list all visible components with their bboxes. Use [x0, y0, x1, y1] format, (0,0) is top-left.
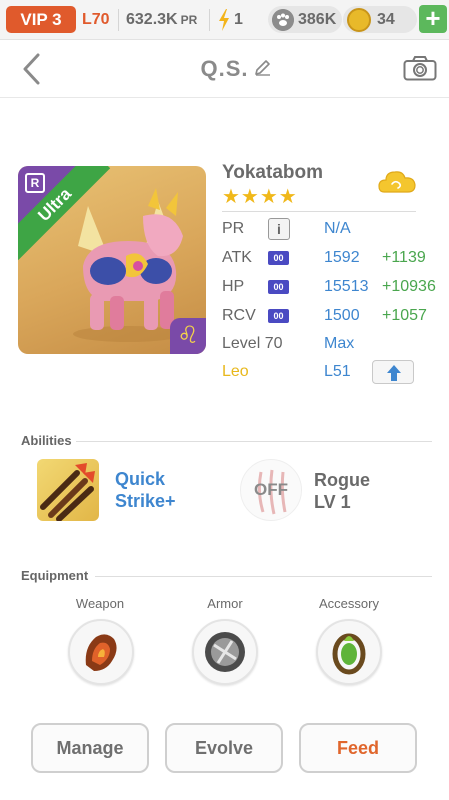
paw-currency-value: 386K — [298, 11, 337, 28]
stat-value: 15513 — [324, 278, 369, 295]
lightning-icon — [219, 9, 229, 31]
equipment-heading: Equipment — [21, 568, 89, 583]
power-rating: 632.3K PR — [126, 11, 198, 28]
weapon-slot[interactable] — [68, 619, 134, 685]
zodiac-level: L51 — [324, 363, 351, 380]
cloud-element-icon[interactable] — [378, 168, 416, 196]
abilities-heading: Abilities — [21, 433, 72, 448]
manage-button[interactable]: Manage — [31, 723, 149, 773]
accessory-label: Accessory — [319, 596, 379, 611]
pencil-icon[interactable] — [254, 58, 272, 76]
divider — [95, 576, 432, 577]
stat-value: 1592 — [324, 249, 360, 266]
status-bar: VIP 3 L70 632.3K PR 1 386K 34 + — [0, 0, 449, 40]
paw-icon — [272, 9, 294, 31]
weapon-label: Weapon — [75, 596, 125, 611]
page-header: Q.S. — [0, 40, 449, 98]
accessory-icon — [332, 633, 366, 675]
coin-icon — [347, 8, 371, 32]
ability-off-status: OFF — [254, 480, 288, 499]
ability-arrows-icon — [40, 463, 95, 521]
divider — [222, 211, 416, 212]
divider — [209, 9, 210, 31]
stat-bonus: +1057 — [382, 307, 427, 324]
info-icon[interactable]: i — [268, 218, 290, 240]
stat-chip: 00 — [268, 309, 289, 323]
armor-slot[interactable] — [192, 619, 258, 685]
ability-rogue[interactable]: Rogue LV 1 — [314, 469, 370, 513]
energy-count: 1 — [234, 11, 243, 28]
weapon-icon — [85, 634, 117, 671]
ability-quick-strike[interactable]: Quick Strike+ — [115, 468, 176, 512]
stat-bonus: +1139 — [382, 249, 426, 266]
monster-name: Yokatabom — [222, 162, 324, 183]
evolve-button[interactable]: Evolve — [165, 723, 283, 773]
stat-value: N/A — [324, 220, 351, 237]
stat-chip: 00 — [268, 280, 289, 294]
armor-icon — [205, 632, 245, 672]
up-arrow-icon — [387, 365, 401, 381]
star-rating: ★★★★ — [222, 186, 298, 208]
quick-strike-icon[interactable] — [37, 459, 99, 521]
stat-value: Max — [324, 335, 355, 352]
feed-button[interactable]: Feed — [299, 723, 417, 773]
stat-label: Level 70 — [222, 335, 283, 352]
camera-icon[interactable] — [403, 55, 437, 81]
vip-badge[interactable]: VIP 3 — [6, 6, 76, 33]
zodiac-label: Leo — [222, 363, 249, 380]
add-currency-button[interactable]: + — [419, 5, 447, 33]
stat-chip: 00 — [268, 251, 289, 265]
upgrade-button[interactable] — [372, 360, 414, 384]
divider — [118, 9, 119, 31]
player-level: L70 — [82, 11, 110, 28]
armor-label: Armor — [207, 596, 243, 611]
accessory-slot[interactable] — [316, 619, 382, 685]
rank-badge: R — [25, 173, 45, 193]
page-title: Q.S. — [200, 56, 249, 81]
coin-value: 34 — [377, 11, 395, 28]
stat-value: 1500 — [324, 307, 360, 324]
monster-portrait[interactable]: R Ultra ♌ — [18, 166, 206, 354]
divider — [76, 441, 432, 442]
stat-bonus: +10936 — [382, 278, 436, 295]
zodiac-leo-icon: ♌ — [170, 318, 206, 354]
